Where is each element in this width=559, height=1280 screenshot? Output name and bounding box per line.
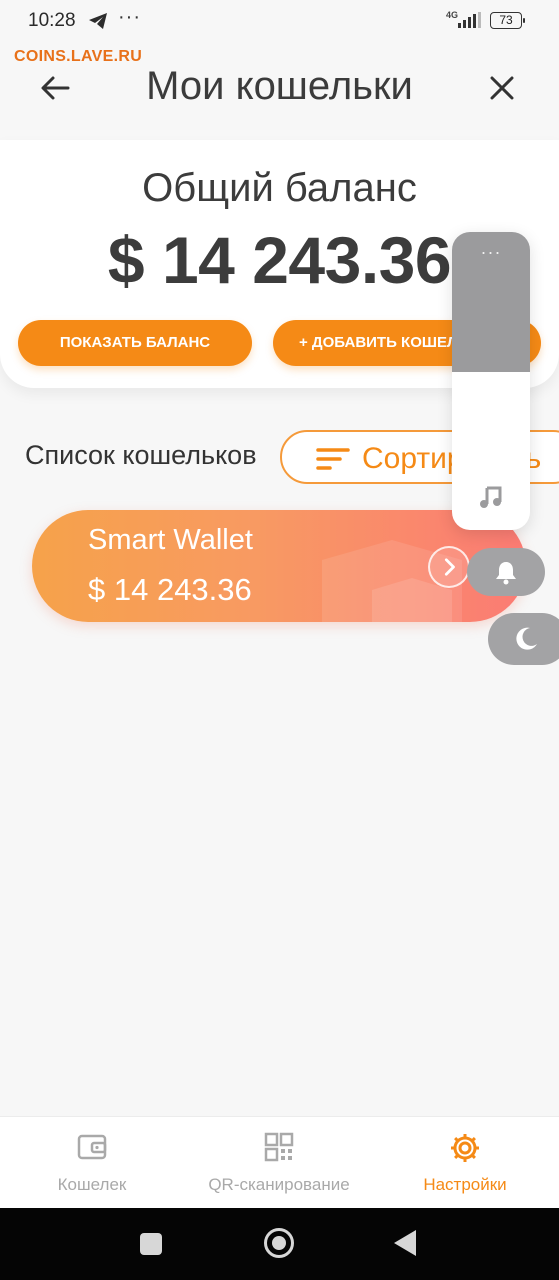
chevron-right-icon[interactable] <box>428 546 470 588</box>
recent-apps-icon[interactable] <box>140 1233 162 1255</box>
wallet-balance: $ 14 243.36 <box>88 572 252 607</box>
wallet-card[interactable]: Smart Wallet $ 14 243.36 <box>32 510 526 622</box>
page-title: Мои кошельки <box>146 64 413 108</box>
volume-menu-icon[interactable]: ··· <box>452 242 530 263</box>
system-back-icon[interactable] <box>394 1230 416 1256</box>
home-icon[interactable] <box>264 1228 294 1258</box>
wallet-name: Smart Wallet <box>88 524 253 556</box>
do-not-disturb-button[interactable] <box>488 613 559 665</box>
sort-icon <box>316 448 350 470</box>
qr-code-icon <box>264 1132 294 1162</box>
signal-icon <box>458 12 481 28</box>
bottom-navigation: Кошелек QR-сканирование Настройки <box>0 1116 559 1208</box>
close-icon <box>490 76 514 100</box>
nav-item-wallet[interactable]: Кошелек <box>32 1117 152 1209</box>
nav-item-settings[interactable]: Настройки <box>405 1117 525 1209</box>
more-notifications-icon: ··· <box>118 6 141 28</box>
system-navigation-bar <box>0 1208 559 1280</box>
nav-label-wallet: Кошелек <box>57 1175 127 1194</box>
moon-icon <box>516 627 537 650</box>
battery-icon: 73 <box>490 12 525 29</box>
music-icon <box>480 486 502 508</box>
show-balance-button[interactable]: ПОКАЗАТЬ БАЛАНС <box>18 320 252 366</box>
status-time: 10:28 <box>28 10 76 31</box>
bell-icon <box>496 562 516 585</box>
telegram-icon <box>89 13 107 29</box>
network-type: 4G <box>446 10 459 20</box>
nav-label-qr-scan: QR-сканирование <box>208 1175 350 1194</box>
ringer-mode-button[interactable] <box>467 548 545 596</box>
gear-icon <box>451 1134 479 1162</box>
total-balance-title: Общий баланс <box>142 166 417 210</box>
wallet-list-title: Список кошельков <box>25 440 257 470</box>
wallet-icon <box>77 1134 107 1160</box>
app-screen: 10:28 ··· 4G 73 COINS.LAVE.RU Мои кошель… <box>0 0 559 1280</box>
battery-level: 73 <box>499 13 513 27</box>
close-button[interactable] <box>486 72 518 104</box>
nav-item-qr-scan[interactable]: QR-сканирование <box>188 1117 370 1209</box>
volume-panel[interactable]: ··· <box>452 232 530 530</box>
nav-label-settings: Настройки <box>423 1175 507 1194</box>
status-bar: 10:28 ··· 4G 73 <box>0 0 559 44</box>
